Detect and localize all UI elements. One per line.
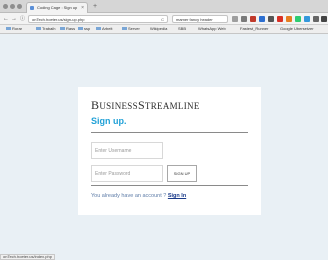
folder-icon — [60, 27, 65, 31]
maximize-window-icon[interactable] — [17, 4, 22, 9]
extension-icon[interactable] — [304, 16, 310, 22]
navigation-bar: ← → ⓘ onTech.hoeter.us/sign-up.php C mam… — [0, 13, 328, 25]
site-info-icon[interactable]: ⓘ — [20, 14, 25, 24]
bookmark-label: Rass — [66, 26, 76, 31]
status-bar: onTech.hoeter.us/index.php — [0, 254, 55, 260]
overflow-icon[interactable] — [313, 16, 319, 22]
favicon-icon — [30, 6, 34, 10]
username-input[interactable] — [91, 142, 163, 159]
minimize-window-icon[interactable] — [10, 4, 15, 9]
folder-icon — [78, 27, 83, 31]
back-button[interactable]: ← — [3, 14, 9, 24]
forward-button[interactable]: → — [11, 14, 17, 24]
bookmark-label: WhatsApp Web — [198, 26, 226, 31]
bookmark-item[interactable]: Trabaih — [36, 25, 55, 33]
bookmark-item[interactable]: Server — [122, 25, 140, 33]
bookmark-item[interactable]: WhatsApp Web — [198, 25, 226, 33]
bookmarks-bar: Rorar Trabaih Rass ssp Arbeit Server Wikipedia… — [0, 25, 328, 34]
sign-up-button[interactable]: SIGN UP — [167, 165, 197, 182]
bookmark-label: SBB — [178, 26, 187, 31]
extension-icon[interactable] — [295, 16, 301, 22]
bookmark-label: Trabaih — [42, 26, 56, 31]
bookmark-label: Google Ubersetzer — [280, 26, 314, 31]
signup-card: BUSINESSSTREAMLINE Sign up. SIGN UP You … — [78, 87, 261, 215]
url-text: onTech.hoeter.us/sign-up.php — [32, 17, 85, 22]
search-input[interactable]: mamer fancy header — [172, 15, 228, 23]
bookmark-item[interactable]: SBB — [178, 25, 186, 33]
bookmark-item[interactable]: Rorar — [6, 25, 22, 33]
reload-icon[interactable]: C — [161, 16, 164, 22]
page-title: Sign up. — [91, 116, 127, 126]
home-icon[interactable] — [268, 16, 274, 22]
close-tab-icon[interactable]: × — [81, 3, 84, 13]
extension-icon[interactable] — [277, 16, 283, 22]
search-text: mamer fancy header — [176, 17, 213, 22]
reader-icon[interactable] — [241, 16, 247, 22]
address-bar[interactable]: onTech.hoeter.us/sign-up.php C — [28, 15, 168, 23]
bookmark-label: Fastest_Runner — [240, 26, 269, 31]
tab-bar: Coding Cage : Sign up × + — [0, 0, 328, 13]
bookmark-item[interactable]: Arbeit — [96, 25, 112, 33]
bookmark-label: Rorar — [12, 26, 23, 31]
bookmark-label: Wikipedia — [150, 26, 168, 31]
menu-icon[interactable] — [321, 16, 327, 22]
account-text: You already have an account ? — [91, 193, 167, 199]
bookmark-label: ssp — [84, 26, 91, 31]
tab-title: Coding Cage : Sign up — [37, 5, 78, 10]
divider — [91, 185, 248, 186]
folder-icon — [96, 27, 101, 31]
bookmark-item[interactable]: Wikipedia — [150, 25, 167, 33]
new-tab-button[interactable]: + — [93, 2, 97, 11]
folder-icon — [6, 27, 11, 31]
extension-icon[interactable] — [286, 16, 292, 22]
bookmark-star-icon[interactable] — [232, 16, 238, 22]
password-input[interactable] — [91, 165, 163, 182]
pocket-icon[interactable] — [250, 16, 256, 22]
bookmark-item[interactable]: Fastest_Runner — [240, 25, 268, 33]
bookmark-label: Arbeit — [102, 26, 113, 31]
bookmark-label: Server — [128, 26, 140, 31]
browser-tab[interactable]: Coding Cage : Sign up × — [26, 2, 88, 13]
bookmark-item[interactable]: ssp — [78, 25, 90, 33]
folder-icon — [122, 27, 127, 31]
divider — [91, 132, 248, 133]
bookmark-item[interactable]: Google Ubersetzer — [280, 25, 314, 33]
sign-in-prompt: You already have an account ? Sign In — [91, 193, 186, 199]
folder-icon — [36, 27, 41, 31]
download-icon[interactable] — [259, 16, 265, 22]
bookmark-item[interactable]: Rass — [60, 25, 75, 33]
sign-in-link[interactable]: Sign In — [168, 193, 186, 199]
close-window-icon[interactable] — [3, 4, 8, 9]
brand-logo: BUSINESSSTREAMLINE — [91, 98, 200, 112]
